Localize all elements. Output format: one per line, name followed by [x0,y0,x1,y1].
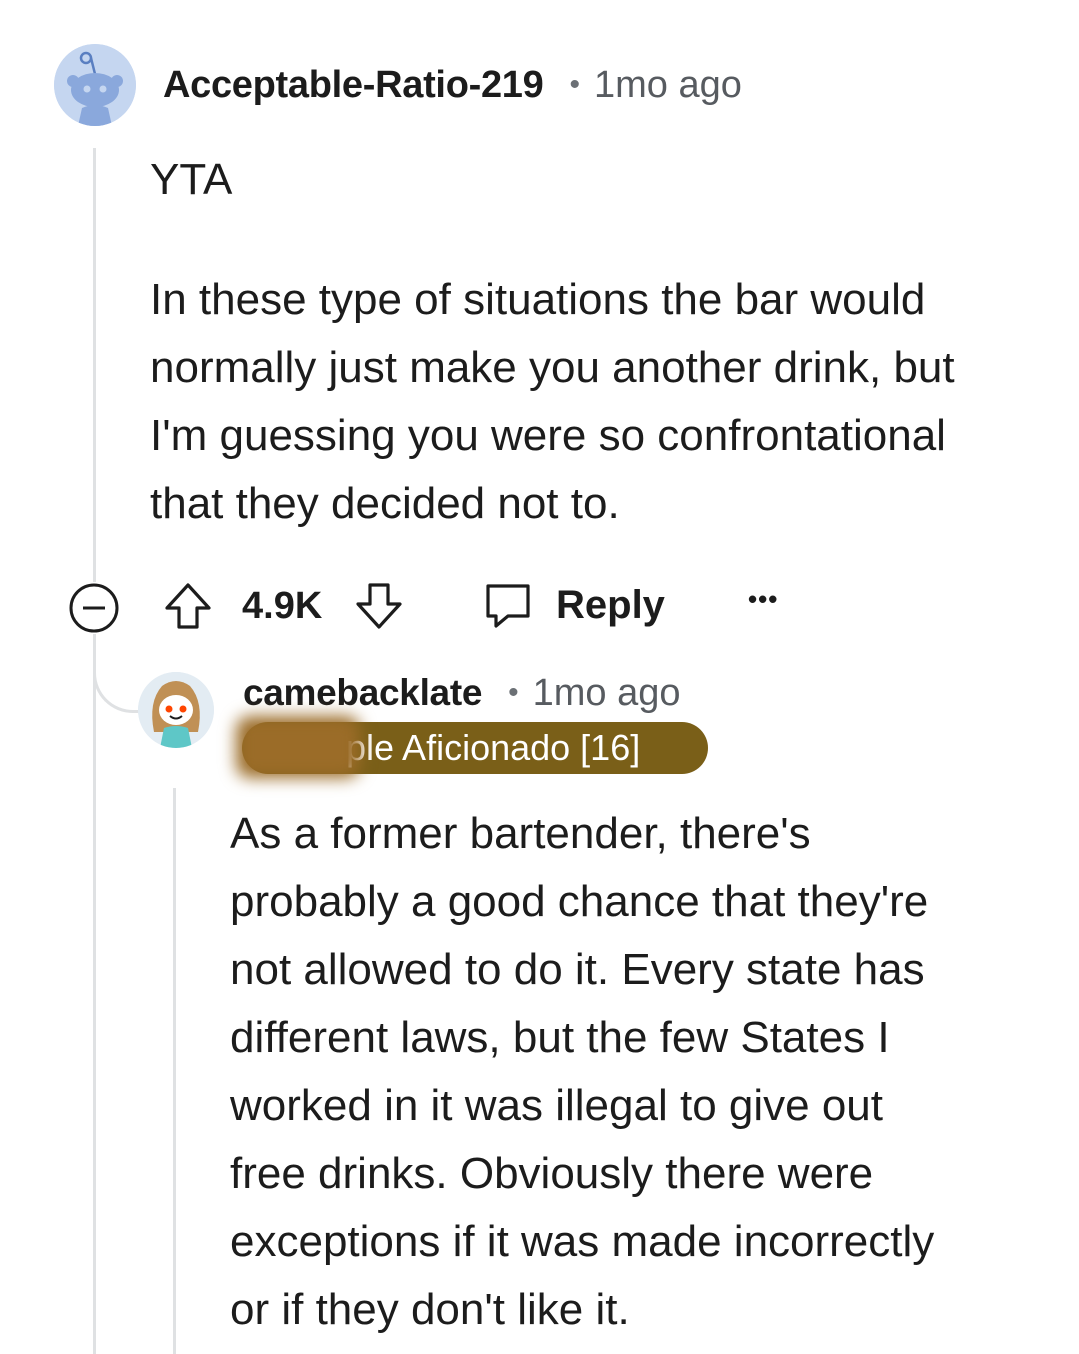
snoo-avatar-icon [138,672,214,748]
separator-dot: • [569,68,580,101]
downvote-arrow-icon [356,583,402,629]
collapse-icon [69,583,119,633]
snoo-avatar-icon [54,44,136,126]
comment-line: that they decided not to. [150,479,620,528]
reply-header: camebacklate • 1mo ago [243,670,681,716]
reply-line: worked in it was illegal to give out [230,1081,883,1130]
reply-line: probably a good chance that they're [230,877,929,926]
redaction-blur [236,716,360,778]
timestamp: 1mo ago [593,63,742,106]
reply-bubble-icon [486,584,530,628]
comment-body: YTA [150,146,232,214]
upvote-arrow-icon [165,583,211,629]
reply-line: or if they don't like it. [230,1285,630,1334]
comment-line: In these type of situations the bar woul… [150,275,926,324]
more-options-button[interactable]: ••• [748,584,778,615]
vote-count: 4.9K [242,585,323,627]
reply-line: different laws, but the few States I [230,1013,890,1062]
reply-username[interactable]: camebacklate [243,672,482,714]
comment-header: Acceptable-Ratio-219 • 1mo ago [163,60,742,110]
comment-line: normally just make you another drink, bu… [150,343,955,392]
reply-thread-line [173,788,176,1354]
reply-label: Reply [556,582,665,627]
flair-text: ple Aficionado [16] [346,727,641,768]
downvote-button[interactable] [353,580,405,632]
comment-paragraph: YTA [150,155,233,204]
reply-body: As a former bartender, there's probably … [230,800,934,1344]
upvote-button[interactable] [162,580,214,632]
reply-line: not allowed to do it. Every state has [230,945,925,994]
reply-line: exceptions if it was made incorrectly [230,1217,935,1266]
comment-line: I'm guessing you were so confrontational [150,411,946,460]
reply-line: As a former bartender, there's [230,809,811,858]
thread-connector [93,648,142,713]
reply-line: free drinks. Obviously there were [230,1149,874,1198]
reply-button[interactable]: Reply [482,578,665,632]
username[interactable]: Acceptable-Ratio-219 [163,64,544,107]
collapse-button[interactable] [68,582,120,634]
reply-timestamp: 1mo ago [532,671,681,714]
avatar[interactable] [54,44,136,126]
comment-body-paragraph: In these type of situations the bar woul… [150,266,955,538]
reply-avatar[interactable] [138,672,214,748]
separator-dot: • [508,676,519,709]
thread-line [93,148,96,1354]
